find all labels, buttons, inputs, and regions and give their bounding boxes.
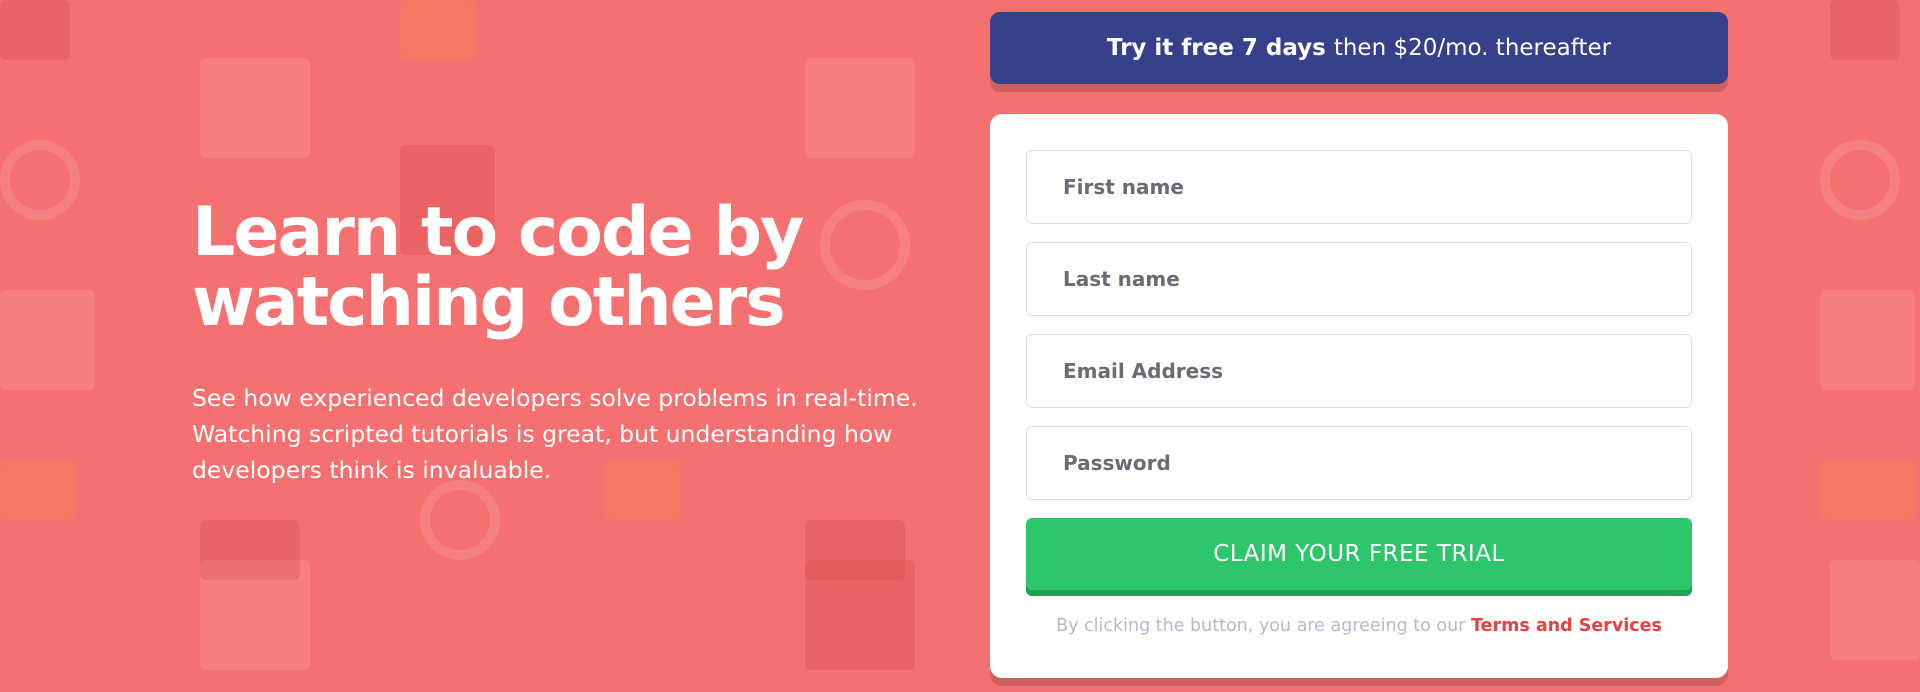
- terms-link[interactable]: Terms and Services: [1471, 616, 1662, 636]
- password-input[interactable]: [1026, 426, 1692, 500]
- promo-banner: Try it free 7 days then $20/mo. thereaft…: [990, 12, 1728, 84]
- email-input[interactable]: [1026, 334, 1692, 408]
- claim-free-trial-button[interactable]: CLAIM YOUR FREE TRIAL: [1026, 518, 1692, 590]
- hero-section: Learn to code by watching others See how…: [192, 198, 952, 488]
- hero-description: See how experienced developers solve pro…: [192, 384, 918, 484]
- first-name-input[interactable]: [1026, 150, 1692, 224]
- page-title: Learn to code by watching others: [192, 198, 952, 338]
- signup-form: CLAIM YOUR FREE TRIAL By clicking the bu…: [990, 114, 1728, 678]
- terms-notice: By clicking the button, you are agreeing…: [990, 616, 1728, 636]
- last-name-input[interactable]: [1026, 242, 1692, 316]
- headline-line-2: watching others: [192, 263, 786, 342]
- promo-bold-text: Try it free 7 days: [1106, 35, 1326, 61]
- promo-rest-text: then $20/mo. thereafter: [1333, 35, 1612, 61]
- headline-line-1: Learn to code by: [192, 193, 804, 272]
- terms-prefix: By clicking the button, you are agreeing…: [1056, 616, 1466, 636]
